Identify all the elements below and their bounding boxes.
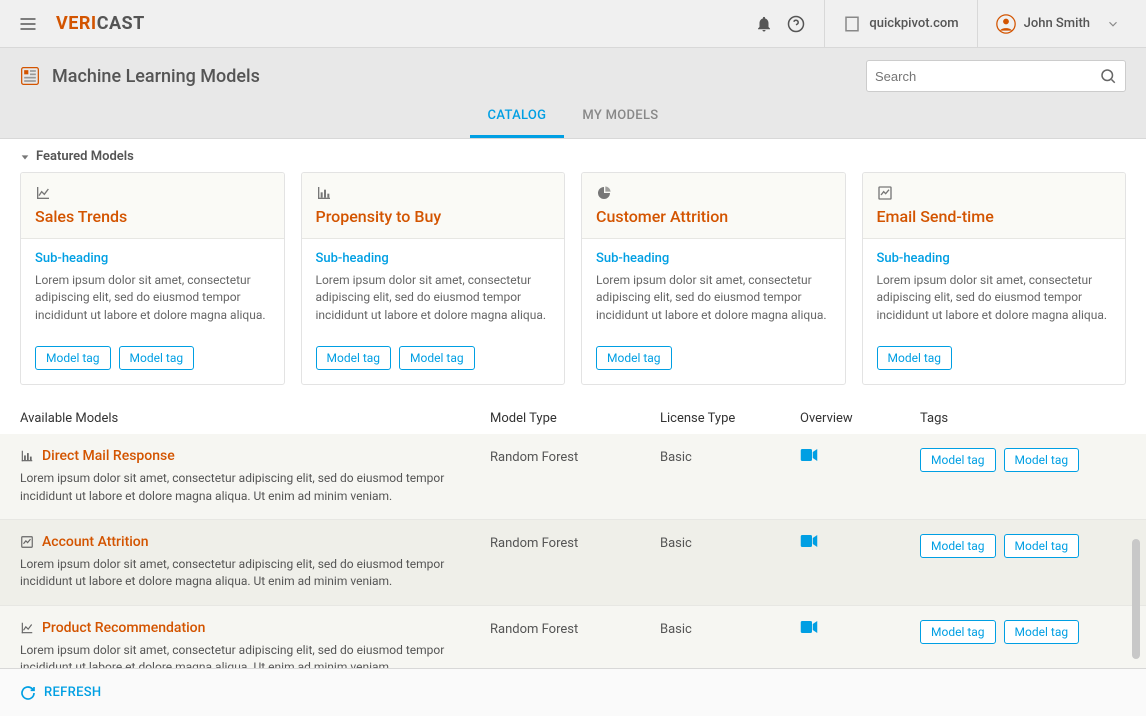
model-tag[interactable]: Model tag: [1004, 534, 1080, 558]
row-description: Lorem ipsum dolor sit amet, consectetur …: [20, 556, 490, 591]
card-description: Lorem ipsum dolor sit amet, consectetur …: [877, 272, 1112, 324]
bar-chart-icon: [316, 185, 551, 201]
hamburger-menu[interactable]: [8, 0, 48, 48]
col-header-overview: Overview: [800, 411, 910, 426]
model-tag[interactable]: Model tag: [920, 620, 996, 644]
row-model-type: Random Forest: [490, 620, 660, 637]
help-button[interactable]: [784, 12, 808, 36]
row-model-type: Random Forest: [490, 534, 660, 551]
featured-toggle[interactable]: Featured Models: [0, 139, 1146, 172]
refresh-button[interactable]: Refresh: [20, 685, 101, 701]
card-subheading: Sub-heading: [596, 251, 831, 266]
model-tag[interactable]: Model tag: [119, 346, 195, 370]
card-subheading: Sub-heading: [35, 251, 270, 266]
scrollbar[interactable]: [1132, 539, 1140, 659]
model-tag[interactable]: Model tag: [1004, 620, 1080, 644]
user-avatar-icon: [996, 14, 1016, 34]
page-title: Machine Learning Models: [52, 66, 260, 87]
search-container[interactable]: [866, 60, 1126, 92]
featured-card[interactable]: Email Send-time Sub-heading Lorem ipsum …: [862, 172, 1127, 385]
card-title: Propensity to Buy: [316, 207, 551, 226]
card-description: Lorem ipsum dolor sit amet, consectetur …: [35, 272, 270, 324]
row-title: Account Attrition: [20, 534, 490, 550]
table-row[interactable]: Direct Mail Response Lorem ipsum dolor s…: [0, 434, 1146, 520]
pie-chart-icon: [596, 185, 831, 201]
user-menu[interactable]: John Smith: [978, 0, 1138, 48]
row-overview-video[interactable]: [800, 534, 910, 548]
card-description: Lorem ipsum dolor sit amet, consectetur …: [316, 272, 551, 324]
card-description: Lorem ipsum dolor sit amet, consectetur …: [596, 272, 831, 324]
user-name: John Smith: [1024, 16, 1090, 31]
brand-logo: VERICAST: [56, 13, 145, 34]
col-header-available: Available Models: [20, 411, 490, 426]
building-icon: [843, 15, 861, 33]
model-tag[interactable]: Model tag: [316, 346, 392, 370]
row-description: Lorem ipsum dolor sit amet, consectetur …: [20, 470, 490, 505]
card-title: Customer Attrition: [596, 207, 831, 226]
model-tag[interactable]: Model tag: [596, 346, 672, 370]
chevron-down-icon: [1106, 17, 1120, 31]
model-tag[interactable]: Model tag: [35, 346, 111, 370]
col-header-type: Model Type: [490, 411, 660, 426]
line-chart-icon: [35, 185, 270, 201]
help-icon: [787, 15, 805, 33]
brand-logo-right: CAST: [97, 13, 145, 34]
caret-down-icon: [20, 152, 30, 162]
notifications-button[interactable]: [752, 12, 776, 36]
col-header-license: License Type: [660, 411, 800, 426]
model-tag[interactable]: Model tag: [1004, 448, 1080, 472]
tab-my-models[interactable]: My Models: [564, 96, 676, 138]
row-overview-video[interactable]: [800, 620, 910, 634]
trend-icon: [877, 185, 1112, 201]
model-tag[interactable]: Model tag: [399, 346, 475, 370]
search-icon: [1099, 67, 1117, 85]
row-license-type: Basic: [660, 620, 800, 637]
table-row[interactable]: Product Recommendation Lorem ipsum dolor…: [0, 606, 1146, 668]
refresh-label: Refresh: [44, 685, 101, 700]
card-title: Sales Trends: [35, 207, 270, 226]
domain-label: quickpivot.com: [869, 16, 958, 31]
card-subheading: Sub-heading: [877, 251, 1112, 266]
bell-icon: [755, 15, 773, 33]
featured-card[interactable]: Sales Trends Sub-heading Lorem ipsum dol…: [20, 172, 285, 385]
domain-switcher[interactable]: quickpivot.com: [825, 0, 976, 48]
model-tag[interactable]: Model tag: [920, 534, 996, 558]
refresh-icon: [20, 685, 36, 701]
line-chart-icon: [20, 621, 34, 635]
model-tag[interactable]: Model tag: [877, 346, 953, 370]
trend-icon: [20, 535, 34, 549]
row-title: Product Recommendation: [20, 620, 490, 636]
row-description: Lorem ipsum dolor sit amet, consectetur …: [20, 642, 490, 668]
featured-header-text: Featured Models: [36, 149, 134, 164]
tab-catalog[interactable]: Catalog: [470, 96, 565, 138]
featured-card[interactable]: Customer Attrition Sub-heading Lorem ips…: [581, 172, 846, 385]
row-license-type: Basic: [660, 448, 800, 465]
featured-card[interactable]: Propensity to Buy Sub-heading Lorem ipsu…: [301, 172, 566, 385]
search-input[interactable]: [875, 69, 1099, 84]
row-license-type: Basic: [660, 534, 800, 551]
card-title: Email Send-time: [877, 207, 1112, 226]
table-row[interactable]: Account Attrition Lorem ipsum dolor sit …: [0, 520, 1146, 606]
card-subheading: Sub-heading: [316, 251, 551, 266]
menu-icon: [18, 14, 38, 34]
row-title: Direct Mail Response: [20, 448, 490, 464]
ml-page-icon: [20, 66, 40, 86]
brand-logo-left: VERI: [56, 13, 97, 34]
row-model-type: Random Forest: [490, 448, 660, 465]
bar-chart-icon: [20, 449, 34, 463]
model-tag[interactable]: Model tag: [920, 448, 996, 472]
col-header-tags: Tags: [910, 411, 1126, 426]
row-overview-video[interactable]: [800, 448, 910, 462]
